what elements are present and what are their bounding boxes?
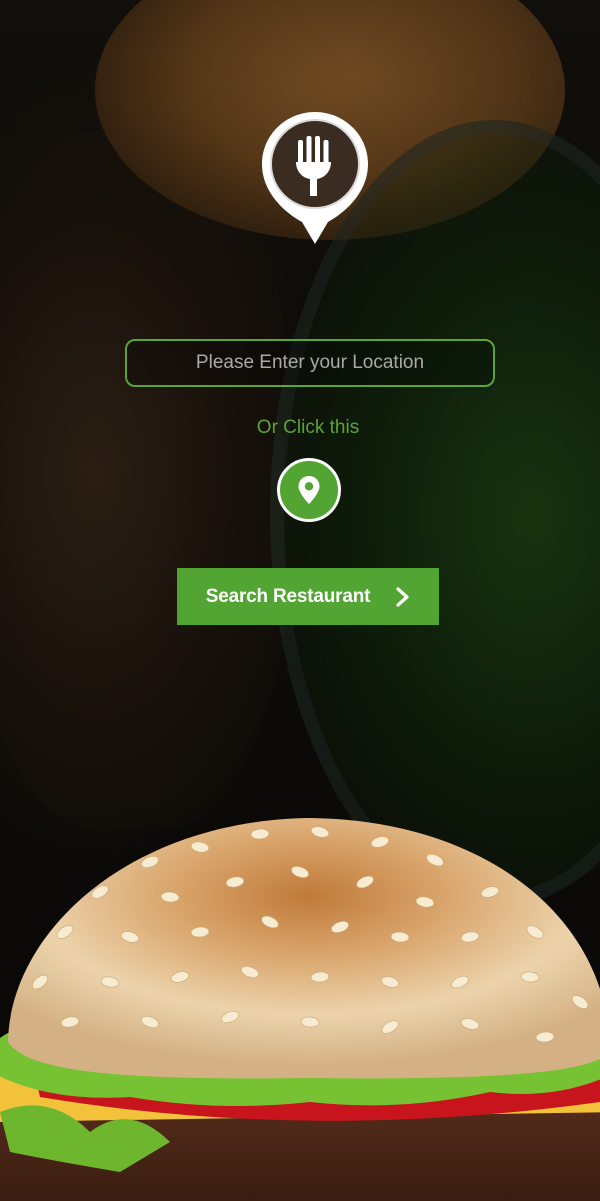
location-screen: Or Click this Search Restaurant: [0, 0, 600, 1201]
search-restaurant-button[interactable]: Search Restaurant: [177, 568, 439, 625]
search-restaurant-label: Search Restaurant: [205, 585, 371, 607]
fork-location-pin-icon: [262, 112, 368, 244]
or-click-label: Or Click this: [256, 417, 360, 438]
burger-image: [0, 818, 600, 1201]
location-input[interactable]: [125, 339, 495, 387]
chevron-right-icon: [396, 586, 410, 607]
current-location-button[interactable]: [277, 458, 341, 522]
map-pin-icon: [298, 476, 320, 504]
